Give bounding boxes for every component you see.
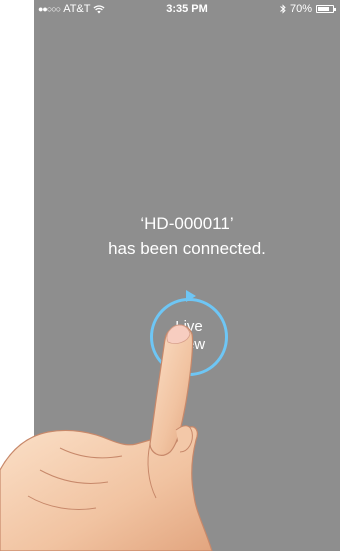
- status-right: 70%: [280, 3, 336, 15]
- device-id-label: ‘HD-000011’: [140, 214, 234, 233]
- play-arrow-icon: [186, 290, 196, 302]
- connected-status-label: has been connected.: [108, 239, 266, 258]
- live-view-line1: Live: [175, 318, 203, 335]
- page-indicator: [34, 530, 340, 536]
- phone-screen: ●●○○○ AT&T 3:35 PM 70% ‘HD-000011’ has b…: [34, 0, 340, 551]
- page-dot-2[interactable]: [184, 530, 190, 536]
- live-view-label[interactable]: Live View: [150, 318, 228, 354]
- connection-message: ‘HD-000011’ has been connected.: [34, 211, 340, 261]
- battery-icon: [316, 5, 336, 13]
- page-dot-3[interactable]: [199, 530, 205, 536]
- bluetooth-icon: [280, 4, 286, 14]
- page-dot-1[interactable]: [169, 530, 175, 536]
- battery-percent: 70%: [289, 3, 312, 15]
- status-bar: ●●○○○ AT&T 3:35 PM 70%: [34, 0, 340, 20]
- live-view-line2: View: [172, 336, 206, 353]
